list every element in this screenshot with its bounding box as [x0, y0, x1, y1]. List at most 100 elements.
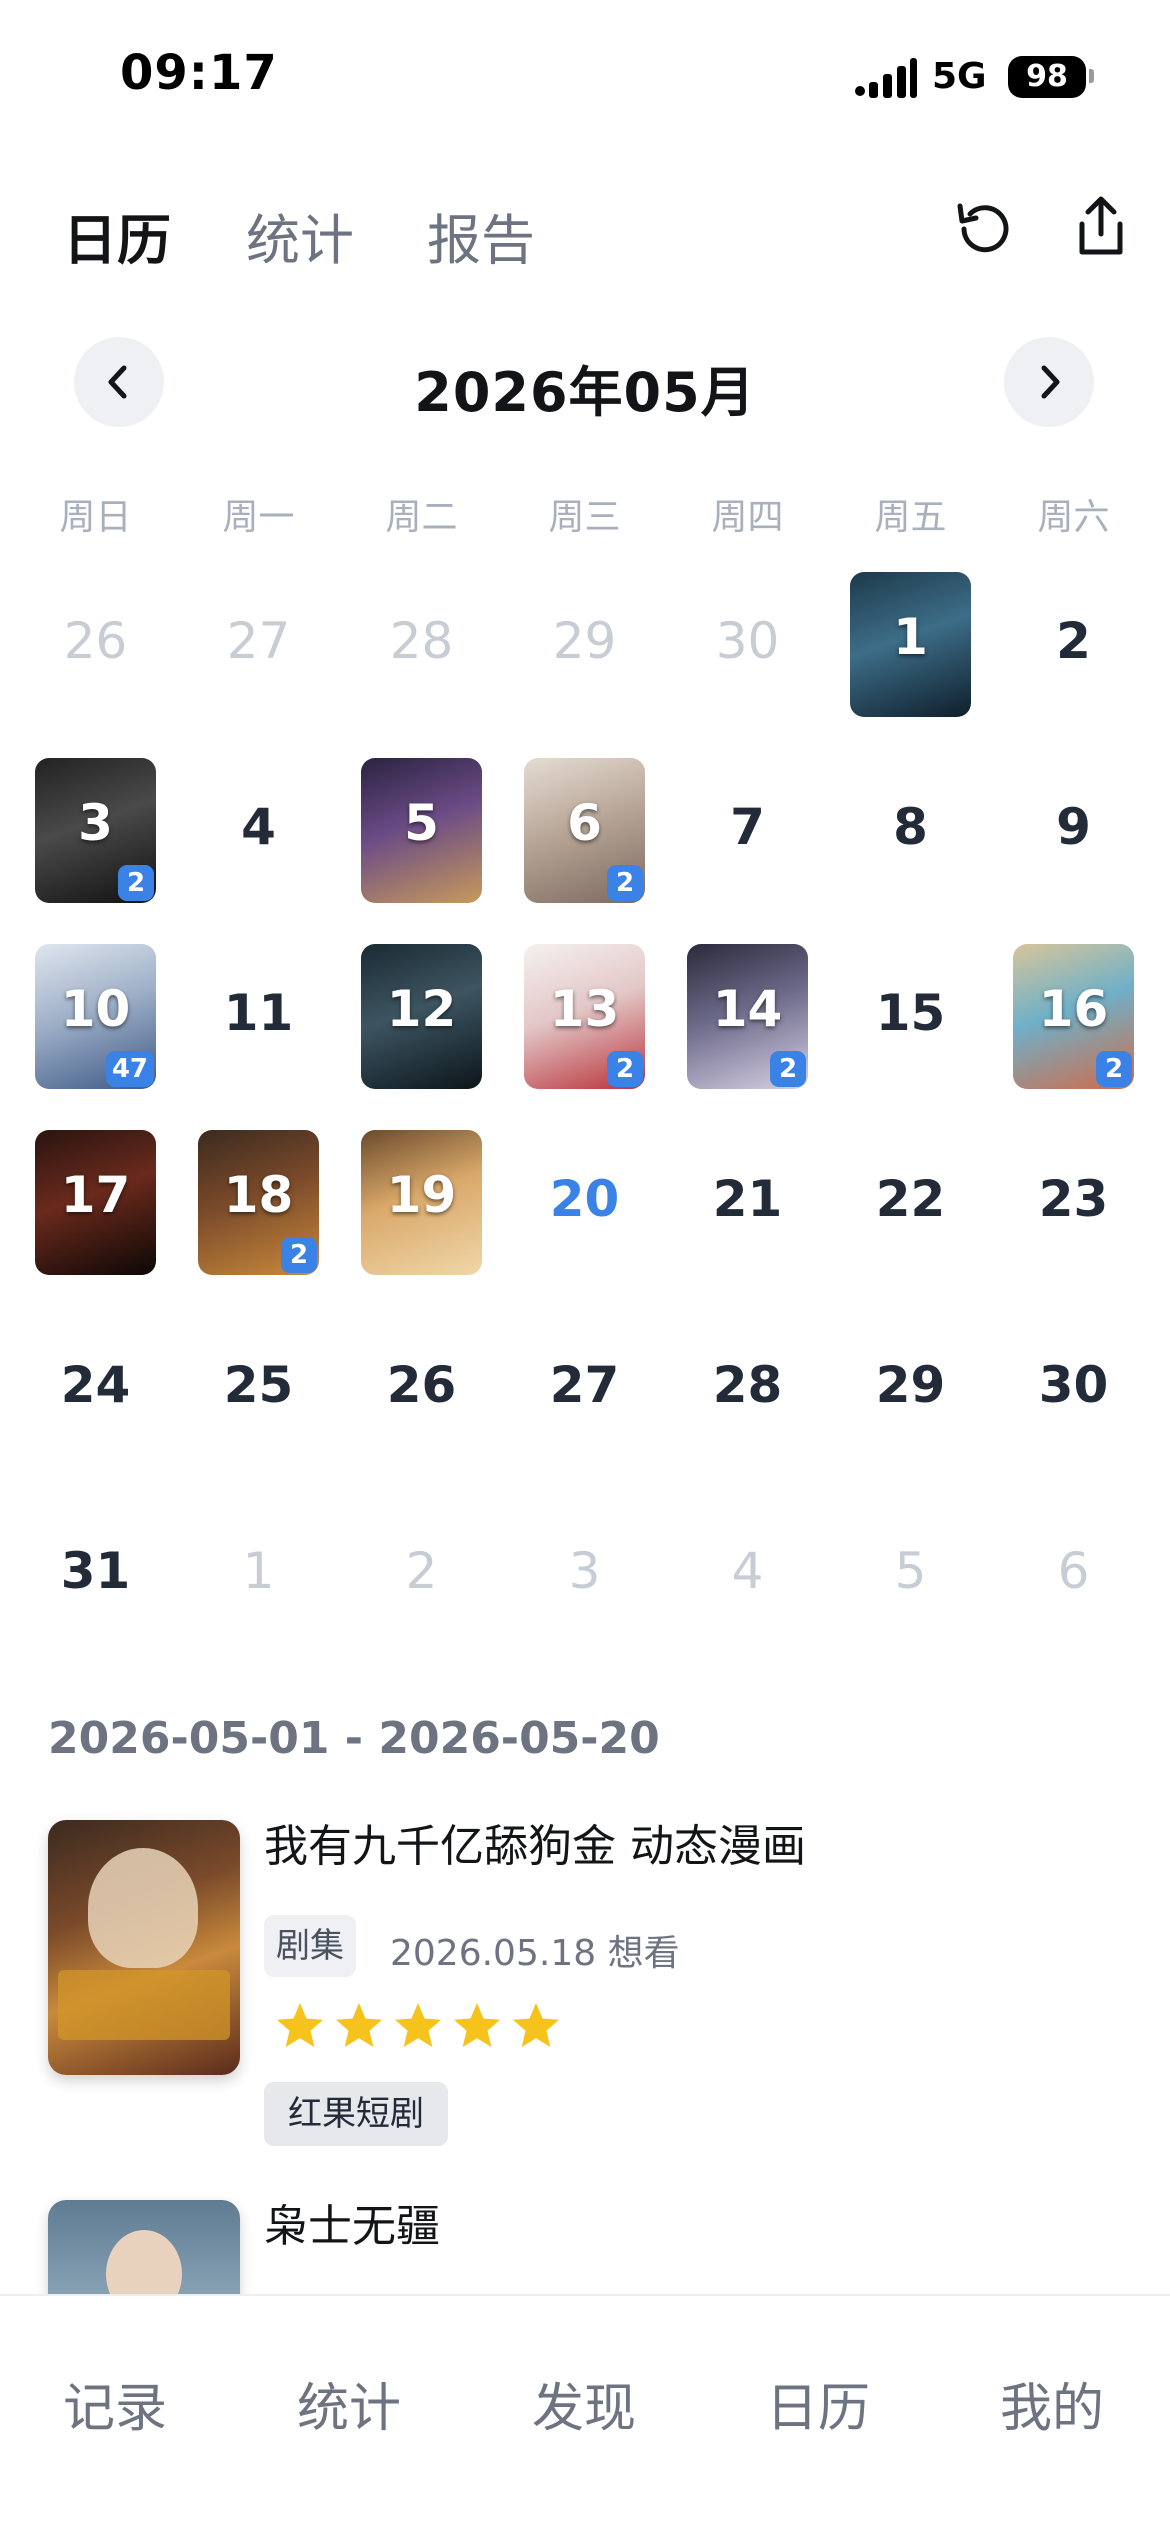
day-poster-thumbnail[interactable]: 12	[361, 944, 482, 1089]
calendar-day-outside[interactable]: 4	[666, 1482, 829, 1668]
calendar-day-outside[interactable]: 30	[666, 552, 829, 738]
day-poster-thumbnail[interactable]: 32	[35, 758, 156, 903]
calendar-day-outside[interactable]: 2	[340, 1482, 503, 1668]
day-number: 23	[1038, 1170, 1109, 1228]
calendar-day[interactable]: 62	[503, 738, 666, 924]
next-month-button[interactable]	[1004, 337, 1094, 427]
calendar-day[interactable]: 23	[992, 1110, 1155, 1296]
day-number: 30	[715, 612, 780, 670]
day-number: 28	[389, 612, 454, 670]
day-poster-thumbnail[interactable]: 18 2	[198, 1130, 319, 1275]
chevron-left-icon	[108, 365, 127, 399]
calendar-day[interactable]: 22	[829, 1110, 992, 1296]
calendar-day[interactable]: 24	[14, 1296, 177, 1482]
day-poster-thumbnail[interactable]: 14 2	[687, 944, 808, 1089]
weekday-wed: 周三	[548, 497, 621, 538]
calendar-day-outside[interactable]: 29	[503, 552, 666, 738]
record-title[interactable]: 枭士无疆	[264, 2190, 440, 2254]
calendar-day[interactable]: 30	[992, 1296, 1155, 1482]
nav-calendar[interactable]: 日历	[718, 2366, 918, 2441]
history-icon[interactable]	[948, 194, 1018, 264]
day-poster-thumbnail[interactable]: 16 2	[1013, 944, 1134, 1089]
weekday-mon: 周一	[222, 497, 295, 538]
day-poster-thumbnail[interactable]: 1	[850, 572, 971, 717]
day-poster-thumbnail[interactable]: 13 2	[524, 944, 645, 1089]
calendar-day-today[interactable]: 20	[503, 1110, 666, 1296]
calendar-day[interactable]: 16 2	[992, 924, 1155, 1110]
network-type: 5G	[932, 56, 987, 97]
nav-profile[interactable]: 我的	[952, 2366, 1152, 2441]
prev-month-button[interactable]	[74, 337, 164, 427]
month-title: 2026年05月	[414, 361, 756, 424]
calendar-day[interactable]: 19	[340, 1110, 503, 1296]
star-icon	[336, 2003, 383, 2047]
calendar-day-outside[interactable]: 6	[992, 1482, 1155, 1668]
calendar-day[interactable]: 9	[992, 738, 1155, 924]
day-number: 16	[1038, 980, 1109, 1038]
day-number: 28	[712, 1356, 783, 1414]
entry-count-badge: 2	[1096, 1051, 1132, 1087]
record-meta: 2026.05.18 想看	[390, 1933, 680, 1974]
calendar-day-outside[interactable]: 26	[14, 552, 177, 738]
day-poster-thumbnail[interactable]: 19	[361, 1130, 482, 1275]
calendar-day-outside[interactable]: 5	[829, 1482, 992, 1668]
day-number: 15	[875, 984, 946, 1042]
calendar-day[interactable]: 1	[829, 552, 992, 738]
calendar-day[interactable]: 7	[666, 738, 829, 924]
calendar-day[interactable]: 4	[177, 738, 340, 924]
star-icon	[513, 2003, 560, 2047]
calendar-day[interactable]: 5	[340, 738, 503, 924]
calendar-day-outside[interactable]: 1	[177, 1482, 340, 1668]
calendar-day[interactable]: 27	[503, 1296, 666, 1482]
star-icon	[454, 2003, 501, 2047]
record-title[interactable]: 我有九千亿舔狗金 动态漫画	[264, 1810, 806, 1874]
day-poster-thumbnail[interactable]: 17	[35, 1130, 156, 1275]
tab-calendar[interactable]: 日历	[63, 196, 171, 275]
weekday-sat: 周六	[1037, 497, 1110, 538]
calendar-day[interactable]: 25	[177, 1296, 340, 1482]
day-number: 5	[894, 1542, 927, 1600]
calendar-day-outside[interactable]: 3	[503, 1482, 666, 1668]
platform-tag: 红果短剧	[264, 2082, 448, 2146]
tab-statistics[interactable]: 统计	[246, 196, 354, 275]
day-number: 26	[63, 612, 128, 670]
day-number: 9	[1056, 798, 1091, 856]
calendar-day[interactable]: 31	[14, 1482, 177, 1668]
calendar-day[interactable]: 32	[14, 738, 177, 924]
record-poster[interactable]	[48, 1820, 240, 2075]
app-screen: 09:17 5G 98 日历 统计 报告 2026年05月 周日 周一 周二 周…	[0, 0, 1170, 2532]
calendar-day[interactable]: 17	[14, 1110, 177, 1296]
day-poster-thumbnail[interactable]: 5	[361, 758, 482, 903]
day-poster-thumbnail[interactable]: 62	[524, 758, 645, 903]
day-number: 29	[875, 1356, 946, 1414]
calendar-day-outside[interactable]: 28	[340, 552, 503, 738]
calendar-day[interactable]: 12	[340, 924, 503, 1110]
calendar-day-outside[interactable]: 27	[177, 552, 340, 738]
calendar-day[interactable]: 8	[829, 738, 992, 924]
records-date-range: 2026-05-01 - 2026-05-20	[48, 1713, 660, 1764]
calendar-day[interactable]: 21	[666, 1110, 829, 1296]
calendar-day[interactable]: 10 47	[14, 924, 177, 1110]
calendar-day[interactable]: 26	[340, 1296, 503, 1482]
day-number: 12	[386, 980, 457, 1038]
day-number: 31	[60, 1542, 131, 1600]
calendar-day[interactable]: 13 2	[503, 924, 666, 1110]
chevron-right-icon	[1041, 365, 1060, 399]
day-number: 5	[404, 794, 439, 852]
day-number: 8	[893, 798, 928, 856]
calendar-day[interactable]: 18 2	[177, 1110, 340, 1296]
calendar-day[interactable]: 11	[177, 924, 340, 1110]
share-icon[interactable]	[1066, 192, 1136, 262]
nav-records[interactable]: 记录	[15, 2366, 215, 2441]
calendar-day[interactable]: 15	[829, 924, 992, 1110]
day-poster-thumbnail[interactable]: 10 47	[35, 944, 156, 1089]
calendar-day[interactable]: 14 2	[666, 924, 829, 1110]
tab-report[interactable]: 报告	[427, 196, 535, 275]
calendar-day[interactable]: 29	[829, 1296, 992, 1482]
nav-discover[interactable]: 发现	[484, 2366, 684, 2441]
calendar-day[interactable]: 28	[666, 1296, 829, 1482]
calendar-day[interactable]: 2	[992, 552, 1155, 738]
nav-statistics[interactable]: 统计	[249, 2366, 449, 2441]
day-number: 7	[730, 798, 765, 856]
entry-count-badge: 2	[281, 1237, 317, 1273]
